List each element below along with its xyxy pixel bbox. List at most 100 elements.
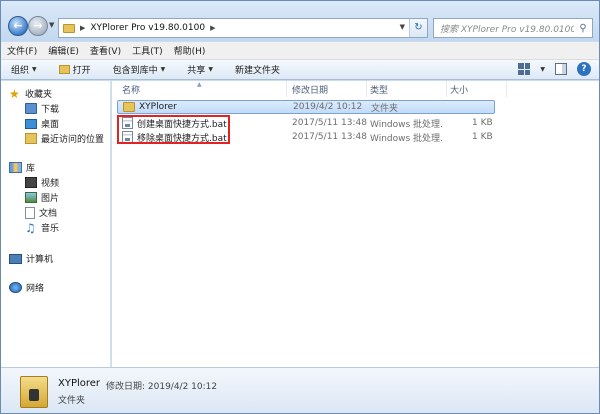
sidebar-item-libraries[interactable]: 库 <box>9 161 35 174</box>
include-in-library-button[interactable]: 包含到库中 ▼ <box>113 63 166 76</box>
sidebar-item-label: 桌面 <box>41 120 60 130</box>
view-controls: ▼ ? <box>518 62 591 76</box>
menu-file[interactable]: 文件(F) <box>7 44 37 57</box>
file-name-cell: XYPlorer <box>123 102 177 112</box>
file-type: 文件夹 <box>371 103 399 114</box>
help-icon[interactable]: ? <box>577 62 591 76</box>
sidebar-item-label: 图片 <box>41 194 60 204</box>
details-item-name: XYPlorer <box>58 378 101 389</box>
breadcrumb-separator-icon[interactable]: ▶ <box>210 24 215 32</box>
sidebar-item-label: 计算机 <box>26 255 54 265</box>
new-folder-button[interactable]: 新建文件夹 <box>235 63 280 76</box>
file-date: 2017/5/11 13:48 <box>292 132 367 142</box>
search-box[interactable]: 搜索 XYPlorer Pro v19.80.0100 ⚲ <box>433 18 593 38</box>
forward-button[interactable]: → <box>28 16 48 36</box>
menu-help[interactable]: 帮助(H) <box>174 44 206 57</box>
share-label: 共享 <box>187 66 206 76</box>
breadcrumb-separator-icon[interactable]: ▶ <box>80 24 85 32</box>
sidebar-item-network[interactable]: 网络 <box>9 281 44 294</box>
new-folder-label: 新建文件夹 <box>234 66 280 76</box>
view-options-dropdown[interactable]: ▼ <box>540 66 545 73</box>
address-dropdown-icon[interactable]: ▼ <box>400 23 405 31</box>
sidebar-item-downloads[interactable]: 下载 <box>25 102 59 115</box>
videos-icon <box>25 177 37 188</box>
pictures-icon <box>25 192 37 203</box>
sidebar-item-documents[interactable]: 文档 <box>25 206 57 219</box>
search-input[interactable]: 搜索 XYPlorer Pro v19.80.0100 <box>440 22 574 35</box>
desktop-icon <box>25 118 37 129</box>
file-type: Windows 批处理... <box>370 119 442 130</box>
column-header-name[interactable]: 名称 ▲ <box>112 81 287 97</box>
sidebar-item-music[interactable]: ♫ 音乐 <box>25 220 60 235</box>
open-folder-icon <box>58 65 70 74</box>
sidebar-item-recent-places[interactable]: 最近访问的位置 <box>25 132 104 145</box>
chevron-down-icon: ▼ <box>32 66 37 73</box>
sidebar-item-label: 收藏夹 <box>25 90 53 100</box>
column-header-label: 修改日期 <box>292 85 329 96</box>
back-button[interactable]: ← <box>8 16 28 36</box>
downloads-folder-icon <box>25 103 37 114</box>
network-icon <box>9 282 22 293</box>
menu-bar: 文件(F) 编辑(E) 查看(V) 工具(T) 帮助(H) <box>1 42 599 60</box>
column-header-size[interactable]: 大小 <box>447 81 507 97</box>
share-button[interactable]: 共享 ▼ <box>187 63 213 76</box>
star-icon: ★ <box>9 86 20 101</box>
column-header-date[interactable]: 修改日期 <box>287 81 367 97</box>
file-list-pane: 名称 ▲ 修改日期 类型 大小 XYPlorer 2019/4/2 10:12 … <box>112 81 599 367</box>
navigation-pane: ★ 收藏夹 下载 桌面 最近访问的位置 库 视频 图片 文档 ♫ 音乐 计算机 … <box>1 81 111 367</box>
search-icon[interactable]: ⚲ <box>574 23 592 34</box>
chevron-down-icon: ▼ <box>160 66 166 73</box>
column-header-label: 大小 <box>450 85 469 96</box>
music-icon: ♫ <box>25 220 36 235</box>
folder-icon <box>63 23 75 33</box>
folder-icon <box>20 376 48 408</box>
recent-places-icon <box>25 133 37 144</box>
sidebar-item-videos[interactable]: 视频 <box>25 176 59 189</box>
file-size: 1 KB <box>472 132 492 142</box>
sidebar-item-favorites[interactable]: ★ 收藏夹 <box>9 86 53 101</box>
open-button[interactable]: 打开 <box>58 63 91 76</box>
file-date: 2019/4/2 10:12 <box>293 102 363 112</box>
file-row-xyplorer[interactable]: XYPlorer 2019/4/2 10:12 文件夹 <box>117 100 495 114</box>
address-bar[interactable]: ▶ XYPlorer Pro v19.80.0100 ▶ ▼ ↻ <box>58 18 428 38</box>
menu-view[interactable]: 查看(V) <box>90 44 121 57</box>
details-pane: XYPlorer 修改日期: 2019/4/2 10:12 文件夹 <box>1 367 599 413</box>
file-date: 2017/5/11 13:48 <box>292 118 367 128</box>
sidebar-item-pictures[interactable]: 图片 <box>25 191 59 204</box>
column-header-label: 类型 <box>370 85 389 96</box>
change-view-icon[interactable] <box>518 63 531 75</box>
organize-label: 组织 <box>11 66 30 76</box>
documents-icon <box>25 206 35 219</box>
column-header-label: 名称 <box>122 85 141 96</box>
sidebar-item-label: 音乐 <box>41 224 60 234</box>
menu-tools[interactable]: 工具(T) <box>132 44 163 57</box>
open-label: 打开 <box>72 66 91 76</box>
preview-pane-icon[interactable] <box>555 63 567 75</box>
file-size: 1 KB <box>472 118 492 128</box>
sidebar-item-label: 最近访问的位置 <box>41 135 105 145</box>
organize-button[interactable]: 组织 ▼ <box>11 63 37 76</box>
refresh-button[interactable]: ↻ <box>409 19 427 37</box>
file-name: XYPlorer <box>139 102 177 112</box>
folder-icon <box>123 102 135 112</box>
chevron-down-icon: ▼ <box>208 66 213 73</box>
sort-indicator-icon: ▲ <box>197 81 202 88</box>
include-in-library-label: 包含到库中 <box>112 66 158 76</box>
recent-pages-dropdown[interactable]: ▼ <box>49 21 54 29</box>
address-bar-area: ← → ▼ ▶ XYPlorer Pro v19.80.0100 ▶ ▼ ↻ 搜… <box>1 1 599 41</box>
menu-edit[interactable]: 编辑(E) <box>48 44 79 57</box>
sidebar-item-label: 下载 <box>41 105 60 115</box>
libraries-icon <box>9 162 22 173</box>
column-header-type[interactable]: 类型 <box>367 81 447 97</box>
details-modified-date: 修改日期: 2019/4/2 10:12 <box>106 382 218 392</box>
details-item-type: 文件夹 <box>58 396 86 406</box>
sidebar-item-label: 文档 <box>39 209 58 219</box>
sidebar-item-label: 库 <box>26 164 36 174</box>
sidebar-item-computer[interactable]: 计算机 <box>9 252 53 265</box>
sidebar-item-desktop[interactable]: 桌面 <box>25 117 59 130</box>
sidebar-item-label: 网络 <box>26 284 45 294</box>
explorer-window: ← → ▼ ▶ XYPlorer Pro v19.80.0100 ▶ ▼ ↻ 搜… <box>0 0 600 414</box>
sidebar-item-label: 视频 <box>41 179 60 189</box>
breadcrumb-current[interactable]: XYPlorer Pro v19.80.0100 <box>90 23 205 33</box>
command-bar: 组织 ▼ 打开 包含到库中 ▼ 共享 ▼ 新建文件夹 ▼ ? <box>1 60 599 80</box>
